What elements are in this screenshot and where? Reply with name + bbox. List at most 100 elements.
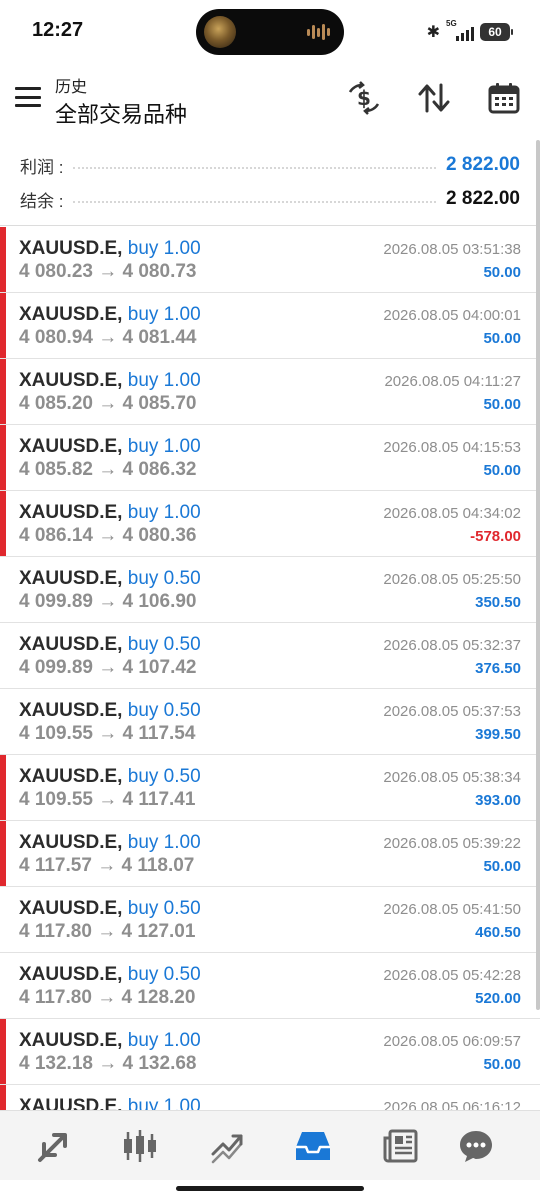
trade-side: buy 1.00 <box>127 238 201 259</box>
balance-label: 结余 : <box>20 191 64 211</box>
trade-side: buy 1.00 <box>127 304 201 325</box>
symbol-name: XAUUSD.E, <box>19 634 123 655</box>
trade-side: buy 1.00 <box>127 832 201 853</box>
trade-row[interactable]: XAUUSD.E, buy 0.50 4 109.55 → 4 117.54 202… <box>0 689 540 755</box>
trade-time: 2026.08.05 05:25:50 <box>383 571 521 588</box>
trade-time: 2026.08.05 04:15:53 <box>383 439 521 456</box>
bottom-navigation <box>0 1110 540 1180</box>
trade-row[interactable]: XAUUSD.E, buy 0.50 4 099.89 → 4 107.42 202… <box>0 623 540 689</box>
news-icon[interactable] <box>380 1126 420 1166</box>
trade-row[interactable]: XAUUSD.E, buy 1.00 4 117.57 → 4 118.07 202… <box>0 821 540 887</box>
balance-row: 结余 : 2 822.00 <box>20 185 520 213</box>
symbol-name: XAUUSD.E, <box>19 832 123 853</box>
trade-row[interactable]: XAUUSD.E, buy 0.50 4 109.55 → 4 117.41 202… <box>0 755 540 821</box>
symbol-name: XAUUSD.E, <box>19 700 123 721</box>
trade-row[interactable]: XAUUSD.E, buy 0.50 4 117.80 → 4 127.01 202… <box>0 887 540 953</box>
signal-icon: 5G <box>446 19 474 41</box>
status-indicators: ✱ 5G 60 <box>426 19 513 43</box>
trade-side: buy 0.50 <box>127 700 201 721</box>
app-header: 历史 全部交易品种 $ <box>0 64 540 136</box>
trade-profit: 350.50 <box>475 594 521 611</box>
trade-time: 2026.08.05 04:34:02 <box>383 505 521 522</box>
symbol-name: XAUUSD.E, <box>19 370 123 391</box>
symbol-filter[interactable]: 全部交易品种 <box>55 97 187 129</box>
chat-icon[interactable] <box>456 1126 496 1166</box>
trade-prices: 4 099.89 → 4 106.90 <box>19 591 197 612</box>
scrollbar[interactable] <box>536 140 540 1010</box>
trade-row[interactable]: XAUUSD.E, buy 1.00 4 080.94 → 4 081.44 202… <box>0 293 540 359</box>
symbol-name: XAUUSD.E, <box>19 898 123 919</box>
trade-row[interactable]: XAUUSD.E, buy 1.00 4 080.23 → 4 080.73 202… <box>0 227 540 293</box>
quotes-icon[interactable] <box>34 1126 74 1166</box>
trade-row[interactable]: XAUUSD.E, buy 1.00 4 085.20 → 4 085.70 202… <box>0 359 540 425</box>
trade-side: buy 1.00 <box>127 436 201 457</box>
trade-row[interactable]: XAUUSD.E, buy 0.50 4 099.89 → 4 106.90 202… <box>0 557 540 623</box>
profit-row: 利润 : 2 822.00 <box>20 151 520 179</box>
trade-profit: 50.00 <box>483 858 521 875</box>
trade-symbol: XAUUSD.E, buy 1.00 <box>19 238 201 260</box>
trade-profit: 460.50 <box>475 924 521 941</box>
profit-label: 利润 : <box>20 157 64 177</box>
trade-profit: 50.00 <box>483 462 521 479</box>
dotted-leader <box>73 167 437 169</box>
calendar-icon[interactable] <box>486 80 522 116</box>
trade-time: 2026.08.05 05:38:34 <box>383 769 521 786</box>
trade-symbol: XAUUSD.E, buy 1.00 <box>19 370 201 392</box>
symbol-name: XAUUSD.E, <box>19 436 123 457</box>
trade-history-list[interactable]: XAUUSD.E, buy 1.00 4 080.23 → 4 080.73 202… <box>0 227 540 1113</box>
dotted-leader <box>73 201 437 203</box>
trade-prices: 4 085.82 → 4 086.32 <box>19 459 197 480</box>
trade-time: 2026.08.05 03:51:38 <box>383 241 521 258</box>
trade-row[interactable]: XAUUSD.E, buy 1.00 4 085.82 → 4 086.32 202… <box>0 425 540 491</box>
trade-symbol: XAUUSD.E, buy 1.00 <box>19 502 201 524</box>
symbol-name: XAUUSD.E, <box>19 964 123 985</box>
trade-prices: 4 086.14 → 4 080.36 <box>19 525 197 546</box>
trade-side: buy 1.00 <box>127 370 201 391</box>
symbol-name: XAUUSD.E, <box>19 1030 123 1051</box>
trade-symbol: XAUUSD.E, buy 0.50 <box>19 898 201 920</box>
status-bar: 12:27 ✱ 5G 60 <box>0 0 540 64</box>
balance-value: 2 822.00 <box>446 188 520 209</box>
trade-prices: 4 085.20 → 4 085.70 <box>19 393 197 414</box>
symbol-name: XAUUSD.E, <box>19 304 123 325</box>
trade-time: 2026.08.05 05:32:37 <box>383 637 521 654</box>
trade-symbol: XAUUSD.E, buy 0.50 <box>19 766 201 788</box>
trade-symbol: XAUUSD.E, buy 1.00 <box>19 304 201 326</box>
svg-text:$: $ <box>357 86 371 110</box>
profit-value: 2 822.00 <box>446 154 520 175</box>
trade-symbol: XAUUSD.E, buy 1.00 <box>19 1030 201 1052</box>
chart-icon[interactable] <box>120 1126 160 1166</box>
trade-row[interactable]: XAUUSD.E, buy 1.00 4 132.18 → 4 132.68 202… <box>0 1019 540 1085</box>
trade-time: 2026.08.05 05:37:53 <box>383 703 521 720</box>
trade-row[interactable]: XAUUSD.E, buy 1.00 2026.08.05 06:16:12 <box>0 1085 540 1113</box>
trade-time: 2026.08.05 05:42:28 <box>383 967 521 984</box>
audio-wave-icon <box>307 24 330 40</box>
home-indicator[interactable] <box>176 1186 364 1191</box>
trade-prices: 4 080.23 → 4 080.73 <box>19 261 197 282</box>
page-subtitle: 历史 <box>55 79 88 96</box>
bluetooth-icon: ✱ <box>426 24 440 41</box>
battery-icon: 60 <box>480 23 513 41</box>
now-playing-artwork <box>204 16 236 48</box>
battery-level: 60 <box>488 25 502 39</box>
trade-profit: 520.00 <box>475 990 521 1007</box>
history-icon[interactable] <box>293 1126 333 1166</box>
menu-icon[interactable] <box>15 87 41 107</box>
trade-row[interactable]: XAUUSD.E, buy 0.50 4 117.80 → 4 128.20 202… <box>0 953 540 1019</box>
trade-symbol: XAUUSD.E, buy 1.00 <box>19 832 201 854</box>
trade-symbol: XAUUSD.E, buy 0.50 <box>19 568 201 590</box>
sort-icon[interactable] <box>416 80 452 116</box>
trade-time: 2026.08.05 05:41:50 <box>383 901 521 918</box>
currency-exchange-icon[interactable]: $ <box>346 80 382 116</box>
trade-prices: 4 117.80 → 4 127.01 <box>19 921 196 942</box>
trade-symbol: XAUUSD.E, buy 1.00 <box>19 436 201 458</box>
trade-side: buy 1.00 <box>127 1030 201 1051</box>
trade-profit: 376.50 <box>475 660 521 677</box>
trade-row[interactable]: XAUUSD.E, buy 1.00 4 086.14 → 4 080.36 202… <box>0 491 540 557</box>
trade-time: 2026.08.05 04:00:01 <box>383 307 521 324</box>
trade-side: buy 0.50 <box>127 634 201 655</box>
trade-icon[interactable] <box>207 1126 247 1166</box>
symbol-name: XAUUSD.E, <box>19 568 123 589</box>
trade-profit: -578.00 <box>470 528 521 545</box>
trade-profit: 50.00 <box>483 1056 521 1073</box>
